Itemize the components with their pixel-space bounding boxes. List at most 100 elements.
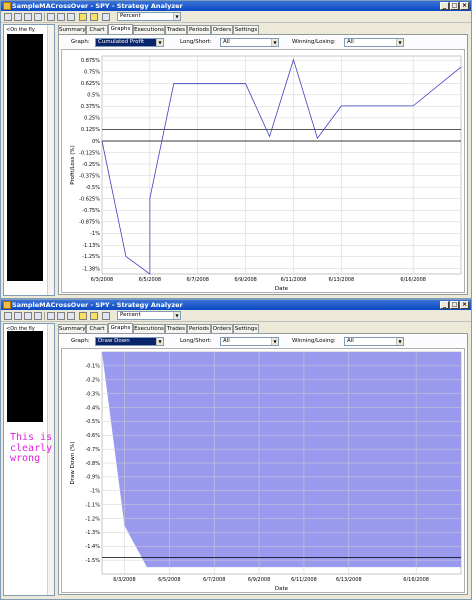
y-tick-label: -0.9%: [85, 475, 100, 481]
x-tick-label: 6/5/2008: [139, 277, 161, 283]
y-axis-title: Profit/Loss (%): [70, 145, 76, 185]
cumulated-profit-chart: 6/3/2008 6/5/2008 6/7/2008 6/9/2008 6/11/200…: [70, 55, 462, 292]
tab-summary[interactable]: Summary: [58, 324, 86, 333]
open-icon[interactable]: [4, 13, 12, 21]
copy-icon[interactable]: [34, 312, 42, 320]
maximize-button[interactable]: □: [450, 2, 459, 10]
tab-settings[interactable]: Settings: [233, 25, 259, 34]
tab-graphs[interactable]: Graphs: [108, 24, 133, 34]
tab-orders[interactable]: Orders: [211, 324, 233, 333]
tab-periods[interactable]: Periods: [187, 324, 211, 333]
tab-strip: Summary Chart Graphs Executions Trades P…: [58, 24, 468, 34]
y-tick-label: -0.375%: [79, 173, 100, 179]
y-tick-label: -0.1%: [85, 364, 100, 370]
table-icon[interactable]: [67, 13, 75, 21]
longshort-select[interactable]: All ▼: [220, 38, 279, 47]
chart-icon[interactable]: [57, 312, 65, 320]
close-button[interactable]: ×: [460, 301, 469, 309]
tree-empty-area: [7, 34, 43, 281]
y-tick-label: -1.13%: [82, 243, 100, 249]
close-button[interactable]: ×: [460, 2, 469, 10]
vertical-scrollbar[interactable]: [47, 25, 54, 295]
x-tick-label: 6/5/2008: [158, 577, 180, 583]
strategy-tree-panel: <On the fly: [3, 24, 55, 296]
title-bar[interactable]: SampleMACrossOver - SPY - Strategy Analy…: [1, 300, 471, 310]
tab-periods[interactable]: Periods: [187, 25, 211, 34]
lightning-icon[interactable]: [79, 312, 87, 320]
grid-icon[interactable]: [47, 13, 55, 21]
x-tick-label: 6/11/2008: [281, 277, 307, 283]
winlose-select[interactable]: All ▼: [344, 337, 404, 346]
drawdown-area: [102, 352, 461, 568]
x-tick-label: 6/3/2008: [113, 577, 135, 583]
save-as-icon[interactable]: [24, 13, 32, 21]
y-tick-label: -1.1%: [85, 502, 100, 508]
y-tick-label: -1%: [90, 231, 100, 237]
y-tick-label: -0.75%: [82, 208, 100, 214]
y-tick-label: -0.8%: [85, 461, 100, 467]
x-tick-label: 6/3/2008: [91, 277, 113, 283]
y-tick-label: -1.25%: [82, 254, 100, 260]
tab-settings[interactable]: Settings: [233, 324, 259, 333]
tab-graphs[interactable]: Graphs: [108, 323, 133, 333]
tab-executions[interactable]: Executions: [133, 324, 165, 333]
x-tick-label: 6/9/2008: [248, 577, 270, 583]
y-tick-label: -1.4%: [85, 544, 100, 550]
y-tick-label: 0%: [92, 139, 100, 145]
export-icon[interactable]: [102, 13, 110, 21]
save-icon[interactable]: [14, 312, 22, 320]
winlose-select[interactable]: All ▼: [344, 38, 404, 47]
lightning-alt-icon[interactable]: [90, 13, 98, 21]
x-tick-label: 6/7/2008: [186, 277, 208, 283]
tab-executions[interactable]: Executions: [133, 25, 165, 34]
save-as-icon[interactable]: [24, 312, 32, 320]
y-tick-label: -1.2%: [85, 516, 100, 522]
minimize-button[interactable]: _: [440, 301, 449, 309]
tab-trades[interactable]: Trades: [165, 324, 187, 333]
analysis-panel: Summary Chart Graphs Executions Trades P…: [58, 24, 468, 296]
annotation-note: This is clearly wrong: [10, 432, 56, 465]
y-tick-label: -0.875%: [79, 220, 100, 226]
graph-label: Graph:: [71, 338, 90, 344]
lightning-alt-icon[interactable]: [90, 312, 98, 320]
minimize-button[interactable]: _: [440, 2, 449, 10]
open-icon[interactable]: [4, 312, 12, 320]
lightning-icon[interactable]: [79, 13, 87, 21]
y-tick-label: -0.3%: [85, 391, 100, 397]
window-title: SampleMACrossOver - SPY - Strategy Analy…: [12, 2, 183, 10]
chart-icon[interactable]: [57, 13, 65, 21]
copy-icon[interactable]: [34, 13, 42, 21]
y-tick-label: -0.5%: [85, 185, 100, 191]
units-select[interactable]: Percent ▼: [117, 12, 181, 21]
x-tick-label: 6/13/2008: [336, 577, 362, 583]
export-icon[interactable]: [102, 312, 110, 320]
y-tick-label: -0.5%: [85, 419, 100, 425]
y-tick-label: -0.4%: [85, 405, 100, 411]
title-bar[interactable]: SampleMACrossOver - SPY - Strategy Analy…: [1, 1, 471, 11]
draw-down-chart: 6/3/2008 6/5/2008 6/7/2008 6/9/2008 6/11/200…: [70, 351, 462, 592]
y-tick-label: -1%: [90, 489, 100, 495]
graph-area: 6/3/2008 6/5/2008 6/7/2008 6/9/2008 6/11/200…: [61, 49, 465, 293]
tab-chart[interactable]: Chart: [86, 25, 108, 34]
plot-area: [101, 55, 462, 275]
tab-orders[interactable]: Orders: [211, 25, 233, 34]
tab-chart[interactable]: Chart: [86, 324, 108, 333]
tree-item[interactable]: <On the fly: [6, 27, 35, 33]
table-icon[interactable]: [67, 312, 75, 320]
longshort-label: Long/Short:: [180, 338, 212, 344]
tab-summary[interactable]: Summary: [58, 25, 86, 34]
graph-select[interactable]: Draw Down ▼: [95, 337, 164, 346]
grid-icon[interactable]: [47, 312, 55, 320]
y-tick-label: 0.625%: [81, 81, 100, 87]
y-tick-label: -1.38%: [82, 266, 100, 272]
y-tick-label: 0.375%: [81, 104, 100, 110]
graph-select[interactable]: Cumulated Profit ▼: [95, 38, 164, 47]
save-icon[interactable]: [14, 13, 22, 21]
units-select[interactable]: Percent ▼: [117, 311, 181, 320]
strategy-analyzer-window-1: SampleMACrossOver - SPY - Strategy Analy…: [0, 0, 472, 299]
x-axis-title: Date: [275, 286, 289, 292]
longshort-select[interactable]: All ▼: [220, 337, 279, 346]
tab-trades[interactable]: Trades: [165, 25, 187, 34]
window-title: SampleMACrossOver - SPY - Strategy Analy…: [12, 301, 183, 309]
maximize-button[interactable]: □: [450, 301, 459, 309]
